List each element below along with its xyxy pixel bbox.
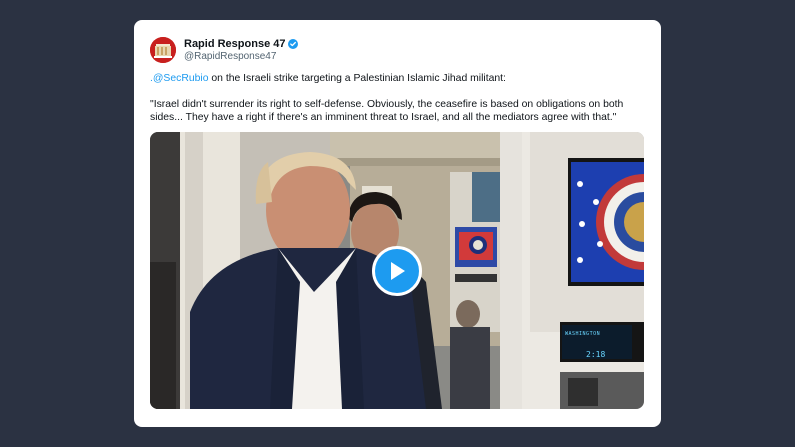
tweet-header: Rapid Response 47 @RapidResponse47 — [150, 35, 299, 65]
verified-badge-icon — [288, 39, 299, 50]
screen-label: WASHINGTON — [565, 331, 601, 337]
quote-text: "Israel didn't surrender its right to se… — [150, 99, 624, 123]
screen-time: 2:18 — [586, 350, 606, 359]
handle[interactable]: @RapidResponse47 — [184, 51, 298, 63]
official-seal-icon — [150, 37, 176, 63]
intro-text: on the Israeli strike targeting a Palest… — [208, 73, 506, 84]
video-media[interactable]: WASHINGTON 2:18 — [150, 132, 644, 409]
display-name[interactable]: Rapid Response 47 — [184, 38, 285, 51]
play-button[interactable] — [372, 246, 422, 296]
avatar[interactable] — [150, 37, 176, 63]
tweet-text: .@SecRubio on the Israeli strike targeti… — [150, 72, 650, 124]
play-icon — [391, 262, 405, 280]
mention-link[interactable]: .@SecRubio — [150, 73, 209, 84]
tweet-intro: .@SecRubio on the Israeli strike targeti… — [150, 72, 650, 85]
author-block: Rapid Response 47 @RapidResponse47 — [184, 38, 299, 63]
tweet-card[interactable]: Rapid Response 47 @RapidResponse47 .@Sec… — [134, 20, 661, 427]
